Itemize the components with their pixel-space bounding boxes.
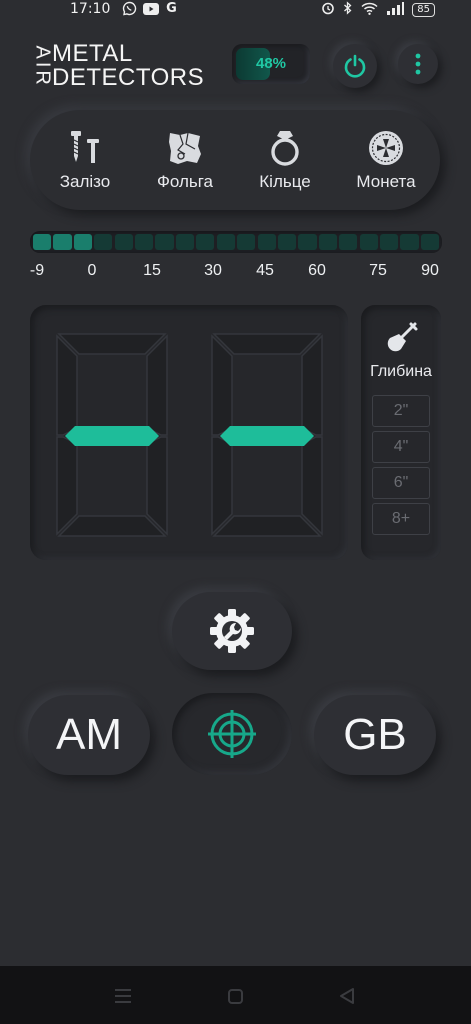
mode-tab-foil[interactable]: Фольга xyxy=(135,128,235,198)
detector-battery-indicator: 48% xyxy=(232,44,310,84)
display-digit-right xyxy=(211,333,323,537)
depth-option: 8+ xyxy=(372,503,430,535)
youtube-icon xyxy=(142,1,159,16)
screw-nail-icon xyxy=(71,131,99,163)
meter-scale-label: -9 xyxy=(29,262,45,279)
depth-option: 2" xyxy=(372,395,430,427)
meter-segment xyxy=(420,234,439,250)
status-time: 17:10 xyxy=(70,1,111,17)
pinpoint-button[interactable] xyxy=(172,693,292,775)
mode-tab-iron[interactable]: Залізо xyxy=(35,128,135,198)
meter-segment xyxy=(237,234,256,250)
more-vertical-icon xyxy=(415,53,421,75)
meter-segment xyxy=(53,234,72,250)
meter-scale-label: 75 xyxy=(369,262,387,279)
meter-scale-label: 45 xyxy=(256,262,274,279)
meter-segment xyxy=(257,234,276,250)
target-id-display xyxy=(30,305,348,560)
mode-label: Монета xyxy=(356,172,416,191)
bluetooth-icon xyxy=(343,1,353,19)
meter-segment xyxy=(73,234,92,250)
viber-icon xyxy=(121,1,138,16)
alarm-icon xyxy=(321,1,335,19)
am-mode-button[interactable]: AM xyxy=(28,695,150,775)
meter-scale-label: 60 xyxy=(308,262,326,279)
meter-segment xyxy=(196,234,215,250)
google-icon: G xyxy=(166,1,177,16)
status-bar: 17:10 G 85 xyxy=(0,0,471,20)
coin-icon xyxy=(369,131,403,165)
meter-segment xyxy=(216,234,235,250)
meter-segment xyxy=(339,234,358,250)
status-battery: 85 xyxy=(412,3,435,17)
depth-title: Глибина xyxy=(370,363,432,380)
meter-segment xyxy=(114,234,133,250)
meter-segment xyxy=(400,234,419,250)
meter-segment xyxy=(359,234,378,250)
settings-wrench-icon xyxy=(210,609,254,653)
foil-icon xyxy=(169,132,201,164)
home-icon[interactable] xyxy=(227,988,244,1005)
meter-segment xyxy=(277,234,297,250)
gb-label: GB xyxy=(343,710,407,759)
power-icon xyxy=(344,54,366,78)
mode-label: Залізо xyxy=(59,172,111,191)
meter-segment xyxy=(33,234,52,250)
meter-scale-label: 15 xyxy=(143,262,161,279)
meter-segment xyxy=(94,234,113,250)
meter-segment xyxy=(135,234,154,250)
meter-scale-label: 90 xyxy=(421,262,439,279)
meter-segment xyxy=(175,234,194,250)
battery-percent: 48% xyxy=(255,55,287,72)
logo-line2: DETECTORS xyxy=(52,64,205,91)
mode-tab-ring[interactable]: Кільце xyxy=(235,128,335,198)
back-icon[interactable] xyxy=(338,987,356,1005)
shovel-icon xyxy=(387,322,418,352)
mode-label: Фольга xyxy=(156,172,214,191)
menu-icon[interactable] xyxy=(113,988,133,1004)
meter-scale: -9 0 15 30 45 60 75 90 xyxy=(0,262,471,282)
system-navigation-bar xyxy=(0,966,471,1024)
ground-balance-button[interactable]: GB xyxy=(314,695,436,775)
app-logo: AIR METAL DETECTORS xyxy=(28,38,228,91)
more-options-button[interactable] xyxy=(398,44,438,84)
mode-tab-coin[interactable]: Монета xyxy=(336,128,436,198)
depth-option: 6" xyxy=(372,467,430,499)
ring-icon xyxy=(271,131,299,166)
target-mode-selector: Залізо Фольга Кільце Монета xyxy=(30,110,440,210)
signal-icon xyxy=(386,1,405,19)
depth-indicator: Глибина 2" 4" 6" 8+ xyxy=(361,305,441,560)
meter-segment xyxy=(318,234,337,250)
signal-strength-meter xyxy=(30,231,442,253)
am-label: AM xyxy=(56,710,122,759)
meter-segment xyxy=(155,234,174,250)
meter-segment xyxy=(380,234,399,250)
logo-air-text: AIR xyxy=(31,45,54,88)
wifi-icon xyxy=(361,2,378,19)
depth-option: 4" xyxy=(372,431,430,463)
target-icon xyxy=(208,710,256,758)
settings-button[interactable] xyxy=(172,592,292,670)
meter-scale-label: 0 xyxy=(87,262,97,279)
meter-scale-label: 30 xyxy=(204,262,222,279)
power-button[interactable] xyxy=(333,44,377,88)
meter-segment xyxy=(298,234,317,250)
display-digit-left xyxy=(56,333,168,537)
mode-label: Кільце xyxy=(259,172,311,191)
